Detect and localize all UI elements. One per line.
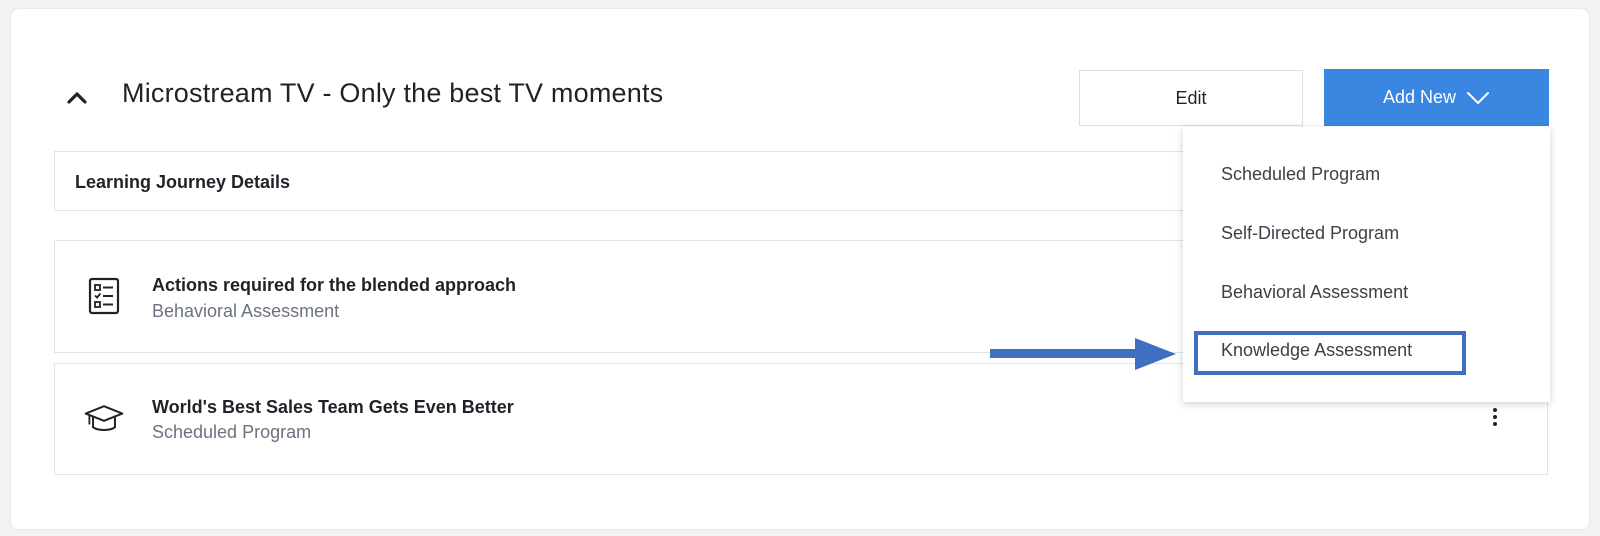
annotation-arrow-icon <box>990 338 1176 370</box>
add-new-button-label: Add New <box>1382 87 1457 107</box>
menu-item-behavioral-assessment[interactable]: Behavioral Assessment <box>1221 282 1408 303</box>
add-new-button[interactable]: Add New <box>1324 69 1549 126</box>
item-subtitle: Behavioral Assessment <box>152 301 340 321</box>
edit-button-label: Edit <box>1175 87 1207 108</box>
edit-button[interactable]: Edit <box>1079 70 1303 126</box>
graduation-cap-icon <box>83 398 125 440</box>
details-label: Learning Journey Details <box>75 172 291 192</box>
chevron-up-icon <box>67 92 87 104</box>
menu-item-self-directed-program[interactable]: Self-Directed Program <box>1221 223 1399 244</box>
more-options-icon[interactable] <box>1485 404 1505 430</box>
item-title: World's Best Sales Team Gets Even Better <box>152 397 514 417</box>
chevron-down-icon <box>1467 91 1490 104</box>
annotation-highlight-box <box>1194 331 1466 375</box>
collapse-toggle[interactable] <box>62 83 92 113</box>
checklist-icon <box>83 275 125 317</box>
item-title: Actions required for the blended approac… <box>152 275 517 295</box>
item-subtitle: Scheduled Program <box>152 422 312 442</box>
page-title: Microstream TV - Only the best TV moment… <box>122 78 664 108</box>
menu-item-scheduled-program[interactable]: Scheduled Program <box>1221 164 1380 185</box>
